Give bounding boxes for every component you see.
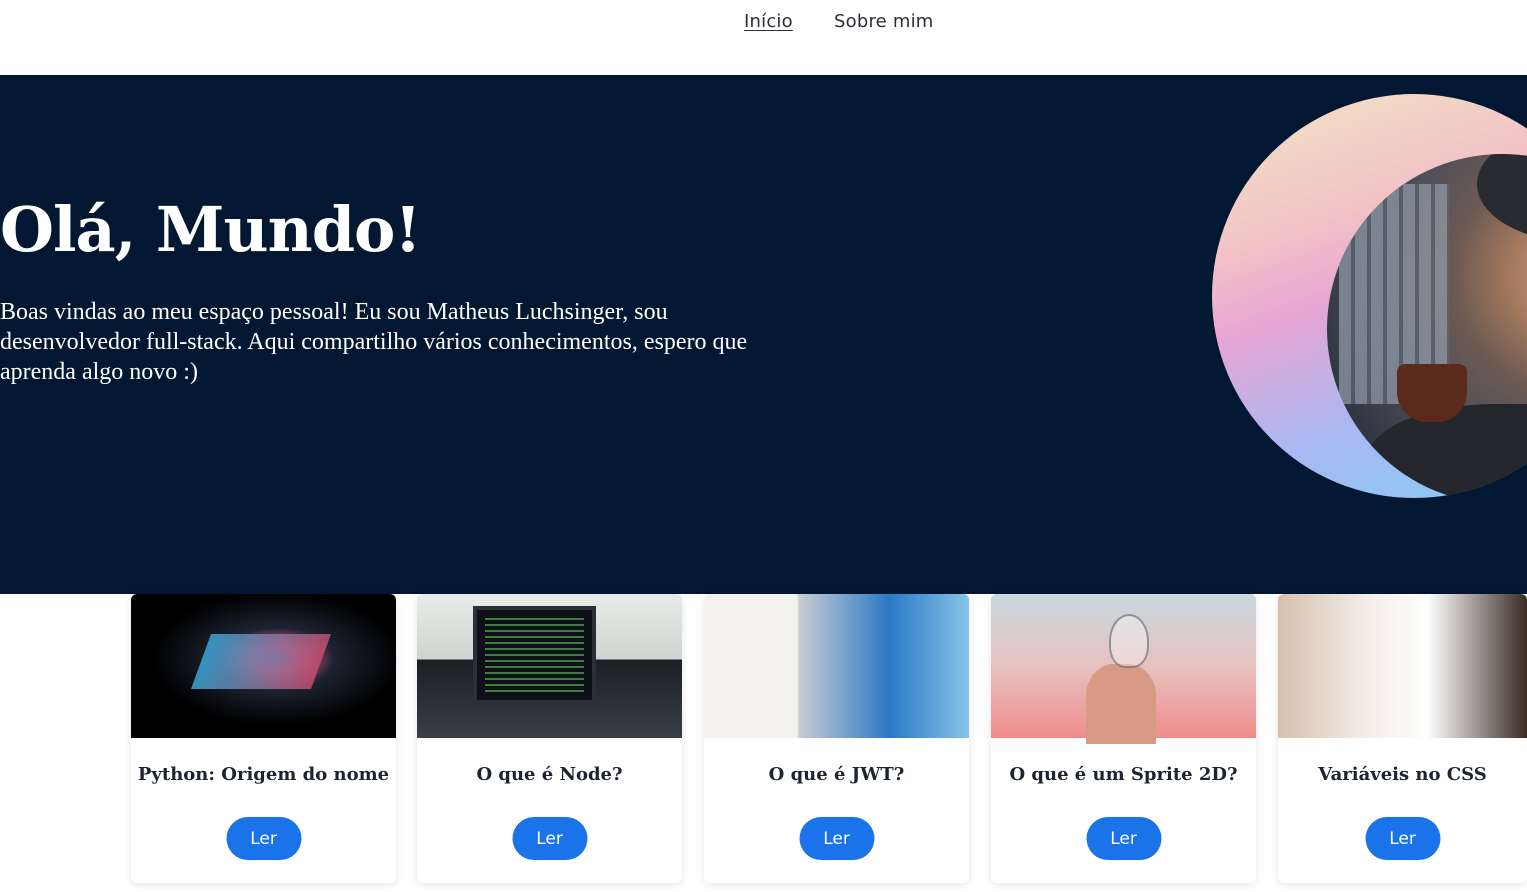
post-title: O que é um Sprite 2D?	[1009, 764, 1238, 785]
profile-photo	[1327, 154, 1527, 498]
post-thumbnail	[991, 594, 1256, 744]
post-thumbnail	[417, 594, 682, 738]
post-title: O que é Node?	[476, 764, 623, 785]
read-button[interactable]: Ler	[1086, 817, 1161, 860]
post-thumbnail	[131, 594, 396, 738]
post-title: Variáveis no CSS	[1318, 764, 1487, 785]
post-title: Python: Origem do nome	[137, 764, 390, 785]
post-card: O que é um Sprite 2D? Ler	[991, 594, 1256, 883]
profile-avatar	[1212, 94, 1527, 498]
hero-text: Boas vindas ao meu espaço pessoal! Eu so…	[0, 299, 748, 385]
nav-link-inicio[interactable]: Início	[744, 11, 793, 32]
lightbulb-icon	[1109, 614, 1149, 668]
read-button[interactable]: Ler	[512, 817, 587, 860]
post-card: O que é JWT? Ler	[704, 594, 969, 883]
post-thumbnail	[1278, 594, 1527, 738]
post-card: O que é Node? Ler	[417, 594, 682, 883]
hero-section: Olá, Mundo! Boas vindas ao meu espaço pe…	[0, 75, 1527, 594]
top-nav: Início Sobre mim	[0, 0, 1527, 75]
post-card: Python: Origem do nome Ler	[131, 594, 396, 883]
post-title: O que é JWT?	[768, 764, 905, 785]
hero-title: Olá, Mundo!	[0, 193, 422, 266]
read-button[interactable]: Ler	[226, 817, 301, 860]
read-button[interactable]: Ler	[799, 817, 874, 860]
post-thumbnail	[704, 594, 969, 738]
nav-link-sobre-mim[interactable]: Sobre mim	[834, 11, 934, 32]
read-button[interactable]: Ler	[1365, 817, 1440, 860]
post-card: Variáveis no CSS Ler	[1278, 594, 1527, 883]
